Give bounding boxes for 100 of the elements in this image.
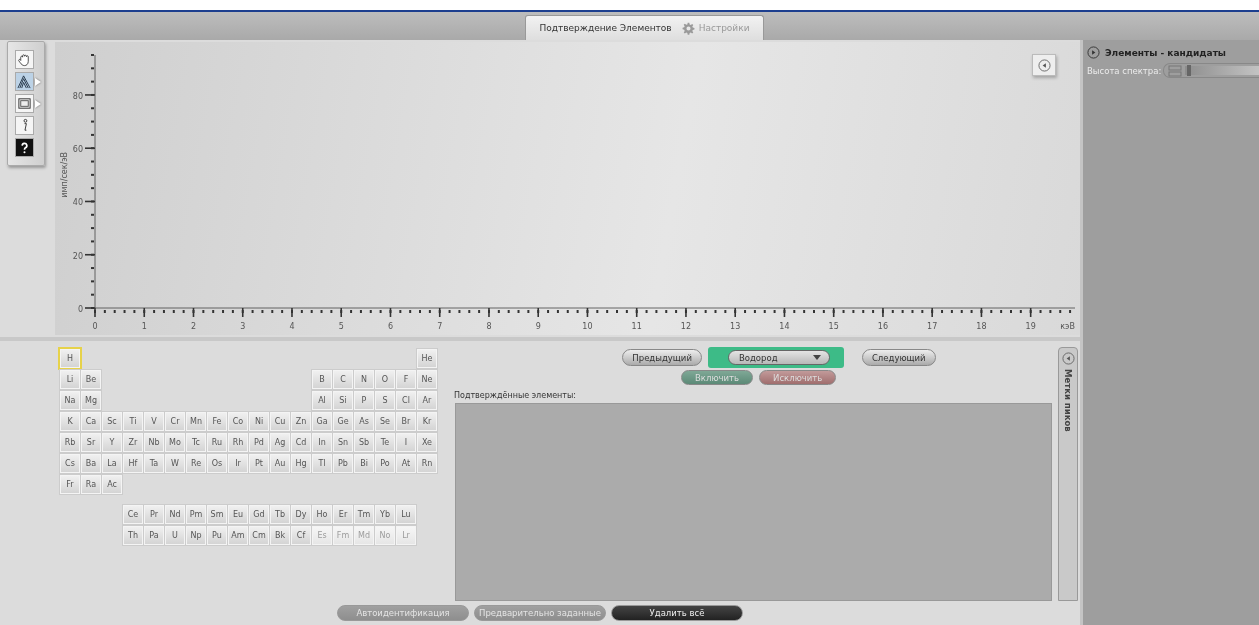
element-button[interactable]: Gd — [249, 505, 269, 524]
element-button[interactable]: Rh — [228, 433, 248, 452]
element-button[interactable]: Pb — [333, 454, 353, 473]
element-button[interactable]: Po — [375, 454, 395, 473]
element-button[interactable]: Ir — [228, 454, 248, 473]
element-button[interactable]: I — [396, 433, 416, 452]
element-button[interactable]: Ru — [207, 433, 227, 452]
element-button[interactable]: H — [60, 349, 80, 368]
element-button[interactable]: B — [312, 370, 332, 389]
element-button[interactable]: Cu — [270, 412, 290, 431]
element-button[interactable]: Cm — [249, 526, 269, 545]
action-button[interactable]: Удалить всё — [611, 605, 743, 621]
collapse-button[interactable] — [1032, 54, 1056, 76]
element-button[interactable]: Pd — [249, 433, 269, 452]
element-button[interactable]: Sc — [102, 412, 122, 431]
element-button[interactable]: Pa — [144, 526, 164, 545]
element-button[interactable]: Hf — [123, 454, 143, 473]
element-button[interactable]: Cd — [291, 433, 311, 452]
element-button[interactable]: Dy — [291, 505, 311, 524]
element-button[interactable]: Ce — [123, 505, 143, 524]
element-button[interactable]: Er — [333, 505, 353, 524]
element-button[interactable]: Na — [60, 391, 80, 410]
element-button[interactable]: Sr — [81, 433, 101, 452]
element-button[interactable]: V — [144, 412, 164, 431]
next-button[interactable]: Следующий — [861, 349, 936, 366]
element-button[interactable]: As — [354, 412, 374, 431]
element-button[interactable]: Zr — [123, 433, 143, 452]
element-button[interactable]: Pm — [186, 505, 206, 524]
element-button[interactable]: Yb — [375, 505, 395, 524]
peaks-icon[interactable] — [15, 72, 34, 91]
element-button[interactable]: Eu — [228, 505, 248, 524]
element-button[interactable]: N — [354, 370, 374, 389]
element-button[interactable]: In — [312, 433, 332, 452]
element-button[interactable]: F — [396, 370, 416, 389]
element-button[interactable]: Ga — [312, 412, 332, 431]
element-button[interactable]: Ge — [333, 412, 353, 431]
element-button[interactable]: U — [165, 526, 185, 545]
element-button[interactable]: Zn — [291, 412, 311, 431]
element-button[interactable]: Kr — [417, 412, 437, 431]
element-button[interactable]: Nd — [165, 505, 185, 524]
element-button[interactable]: Rn — [417, 454, 437, 473]
element-button[interactable]: Mo — [165, 433, 185, 452]
element-button[interactable]: Bi — [354, 454, 374, 473]
element-button[interactable]: Al — [312, 391, 332, 410]
element-button[interactable]: P — [354, 391, 374, 410]
element-button[interactable]: Sn — [333, 433, 353, 452]
element-button[interactable]: Tb — [270, 505, 290, 524]
rectangle-icon[interactable] — [15, 94, 34, 113]
element-button[interactable]: Pr — [144, 505, 164, 524]
element-button[interactable]: Ac — [102, 475, 122, 494]
element-button[interactable]: Ra — [81, 475, 101, 494]
top-tab[interactable]: Подтверждение Элементов — [539, 23, 672, 33]
help-icon[interactable] — [15, 138, 34, 157]
element-button[interactable]: Si — [333, 391, 353, 410]
element-button[interactable]: Lu — [396, 505, 416, 524]
element-button[interactable]: Hg — [291, 454, 311, 473]
element-button[interactable]: Cr — [165, 412, 185, 431]
element-button[interactable]: La — [102, 454, 122, 473]
element-button[interactable]: Ag — [270, 433, 290, 452]
element-button[interactable]: Ca — [81, 412, 101, 431]
element-button[interactable]: S — [375, 391, 395, 410]
element-button[interactable]: Sb — [354, 433, 374, 452]
element-button[interactable]: Se — [375, 412, 395, 431]
element-button[interactable]: Fe — [207, 412, 227, 431]
element-button[interactable]: Ho — [312, 505, 332, 524]
spectrum-height-slider[interactable] — [1163, 63, 1259, 78]
info-icon[interactable] — [15, 116, 34, 135]
element-button[interactable]: Fr — [60, 475, 80, 494]
element-button[interactable]: Xe — [417, 433, 437, 452]
element-button[interactable]: At — [396, 454, 416, 473]
element-button[interactable]: Cf — [291, 526, 311, 545]
element-button[interactable]: C — [333, 370, 353, 389]
element-button[interactable]: Co — [228, 412, 248, 431]
element-button[interactable]: K — [60, 412, 80, 431]
element-button[interactable]: Rb — [60, 433, 80, 452]
element-button[interactable]: Nb — [144, 433, 164, 452]
previous-button[interactable]: Предыдущий — [622, 349, 702, 366]
element-button[interactable]: Np — [186, 526, 206, 545]
expand-icon[interactable] — [1087, 46, 1100, 59]
element-button[interactable]: Br — [396, 412, 416, 431]
element-button[interactable]: O — [375, 370, 395, 389]
slider-thumb[interactable] — [1186, 65, 1191, 76]
element-dropdown[interactable]: Водород — [727, 350, 830, 365]
element-button[interactable]: Ta — [144, 454, 164, 473]
element-button[interactable]: Mg — [81, 391, 101, 410]
element-button[interactable]: Re — [186, 454, 206, 473]
element-button[interactable]: Cs — [60, 454, 80, 473]
element-button[interactable]: Li — [60, 370, 80, 389]
element-button[interactable]: Ne — [417, 370, 437, 389]
element-button[interactable]: He — [417, 349, 437, 368]
element-button[interactable]: Ba — [81, 454, 101, 473]
element-button[interactable]: Tc — [186, 433, 206, 452]
element-button[interactable]: Bk — [270, 526, 290, 545]
element-button[interactable]: Pt — [249, 454, 269, 473]
element-button[interactable]: Tl — [312, 454, 332, 473]
hand-icon[interactable] — [15, 50, 34, 69]
element-button[interactable]: Ni — [249, 412, 269, 431]
element-button[interactable]: Y — [102, 433, 122, 452]
element-button[interactable]: Au — [270, 454, 290, 473]
peak-labels-tab[interactable]: Метки пиков — [1058, 347, 1078, 601]
